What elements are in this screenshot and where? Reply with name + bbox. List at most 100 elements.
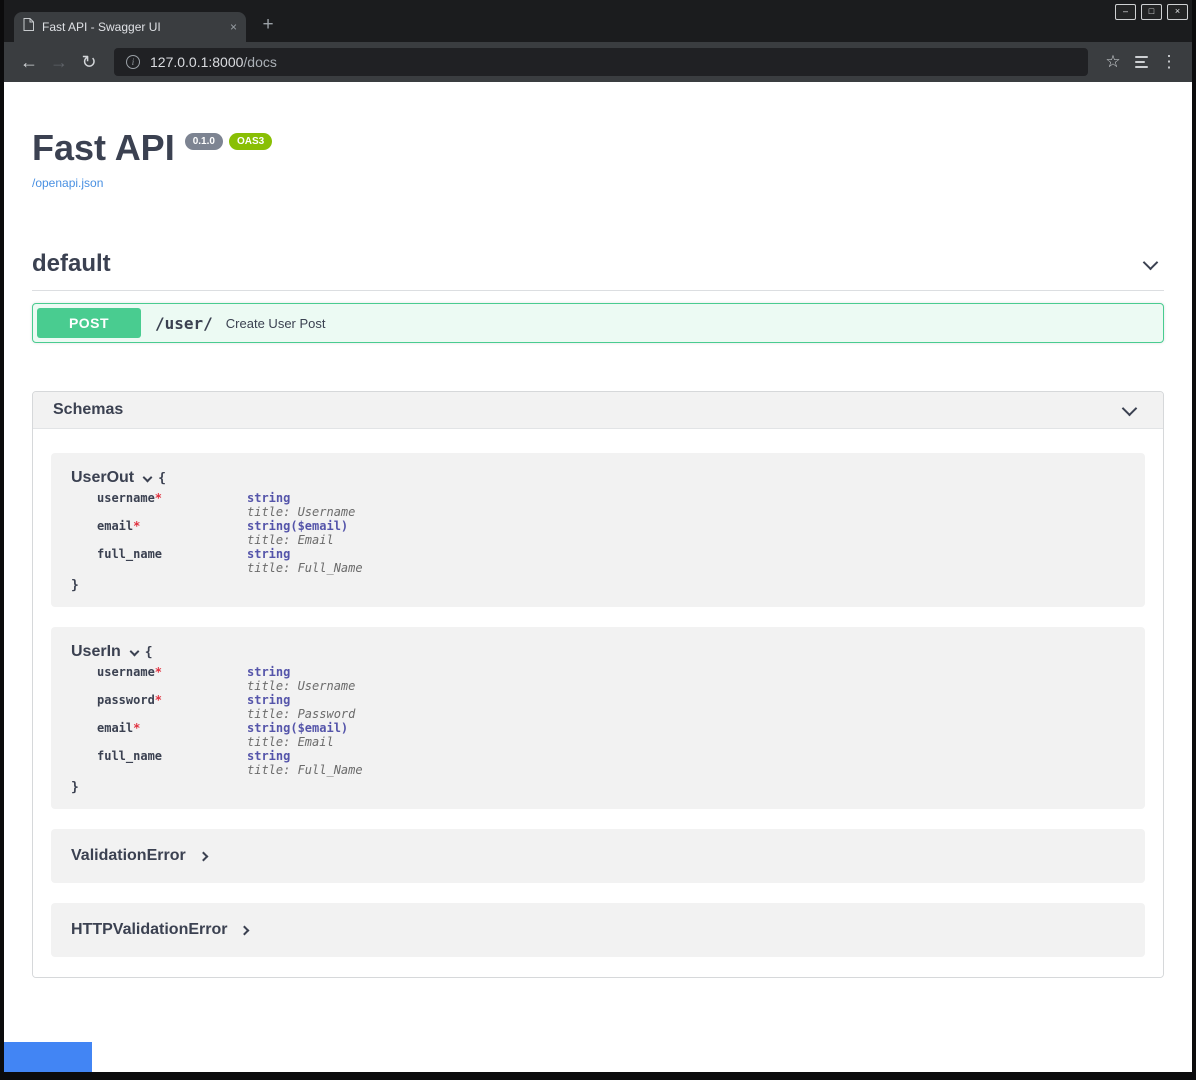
property-format-text: ($email) [290,519,348,533]
operation-summary: Create User Post [226,316,326,331]
new-tab-button[interactable]: + [258,14,278,36]
tag-section-default[interactable]: default [32,242,1164,291]
model-toggle-icon[interactable] [129,646,139,656]
property-description: string title: Full_Name [247,749,363,777]
operation-path: /user/ [155,314,213,333]
http-method-badge: POST [37,308,141,338]
property-format-text: ($email) [290,721,348,735]
model-expand-icon[interactable] [198,851,208,861]
property-title: title: Password [247,707,355,721]
open-brace: { [158,471,166,486]
property-type: string [247,547,363,561]
model-userout: UserOut { username* string title: Userna… [51,453,1145,607]
model-properties: username* string title: Username email* … [97,491,1125,575]
property-type: string($email) [247,721,348,735]
model-name: ValidationError [71,847,186,865]
schema-property-row: email* string($email) title: Email [97,519,1125,547]
model-header[interactable]: ValidationError [71,847,1125,865]
property-name: email* [97,721,247,735]
close-button[interactable]: × [1167,4,1188,20]
property-type-text: string [247,693,290,707]
bookmark-star-icon[interactable]: ☆ [1098,52,1128,72]
property-type-text: string [247,491,290,505]
tab-close-icon[interactable]: × [230,21,237,33]
reload-icon[interactable]: ↻ [74,52,104,73]
model-header[interactable]: UserIn { [71,643,1125,661]
model-properties: username* string title: Username passwor… [97,665,1125,777]
window-controls: – □ × [1115,4,1188,20]
property-description: string($email) title: Email [247,721,348,749]
site-info-icon[interactable]: i [126,55,140,69]
property-description: string title: Password [247,693,355,721]
api-title: Fast API 0.1.0 OAS3 [32,128,1164,168]
model-userin: UserIn { username* string title: Usernam… [51,627,1145,809]
property-title: title: Username [247,505,355,519]
schema-property-row: username* string title: Username [97,665,1125,693]
property-name-text: email [97,721,133,735]
schemas-section: Schemas UserOut { username* [32,391,1164,978]
schemas-title: Schemas [53,401,123,419]
property-description: string title: Full_Name [247,547,363,575]
opblock-post-user[interactable]: POST /user/ Create User Post [32,303,1164,343]
property-name: password* [97,693,247,707]
model-name: HTTPValidationError [71,921,227,939]
minimize-button[interactable]: – [1115,4,1136,20]
property-type: string($email) [247,519,348,533]
openapi-spec-link[interactable]: /openapi.json [32,176,103,190]
schema-property-row: username* string title: Username [97,491,1125,519]
browser-tab[interactable]: Fast API - Swagger UI × [14,12,246,42]
property-type-text: string [247,547,290,561]
required-star: * [155,665,162,679]
property-name: username* [97,491,247,505]
property-description: string($email) title: Email [247,519,348,547]
api-info: Fast API 0.1.0 OAS3 /openapi.json [32,82,1164,192]
property-type: string [247,693,355,707]
property-name-text: full_name [97,547,162,561]
schemas-collapse-chevron-icon[interactable] [1122,400,1138,416]
property-type: string [247,749,363,763]
required-star: * [133,721,140,735]
required-star: * [133,519,140,533]
address-bar[interactable]: i 127.0.0.1:8000/docs [114,48,1088,76]
back-icon[interactable]: ← [14,52,44,73]
schema-property-row: password* string title: Password [97,693,1125,721]
url-text: 127.0.0.1:8000/docs [150,54,277,70]
model-toggle-icon[interactable] [143,472,153,482]
browser-window: Fast API - Swagger UI × + – □ × ← → ↻ i … [0,0,1196,1080]
tag-collapse-chevron-icon[interactable] [1143,254,1159,270]
property-type-text: string [247,721,290,735]
property-name: username* [97,665,247,679]
close-brace: } [71,780,1125,795]
model-name: UserIn [71,643,121,661]
extension-icon[interactable] [1128,56,1156,68]
schema-property-row: full_name string title: Full_Name [97,547,1125,575]
property-description: string title: Username [247,491,355,519]
maximize-button[interactable]: □ [1141,4,1162,20]
url-host: 127.0.0.1:8000 [150,54,243,70]
property-title: title: Full_Name [247,763,363,777]
forward-icon: → [44,52,74,73]
model-validationerror[interactable]: ValidationError [51,829,1145,883]
browser-menu-icon[interactable]: ⋮ [1156,52,1182,72]
api-badges: 0.1.0 OAS3 [185,133,272,150]
model-name: UserOut [71,469,134,487]
tab-title: Fast API - Swagger UI [42,20,222,34]
property-title: title: Full_Name [247,561,363,575]
model-httpvalidationerror[interactable]: HTTPValidationError [51,903,1145,957]
browser-toolbar: ← → ↻ i 127.0.0.1:8000/docs ☆ ⋮ [4,42,1192,82]
model-header[interactable]: UserOut { [71,469,1125,487]
schemas-header[interactable]: Schemas [33,392,1163,429]
property-name: email* [97,519,247,533]
property-name: full_name [97,547,247,561]
model-header[interactable]: HTTPValidationError [71,921,1125,939]
tab-favicon-icon [23,18,34,36]
property-type: string [247,665,355,679]
property-name-text: full_name [97,749,162,763]
schemas-body: UserOut { username* string title: Userna… [33,429,1163,977]
close-brace: } [71,578,1125,593]
property-title: title: Email [247,735,348,749]
property-name-text: username [97,665,155,679]
link-status-popup [4,1042,92,1072]
schema-property-row: full_name string title: Full_Name [97,749,1125,777]
model-expand-icon[interactable] [240,925,250,935]
